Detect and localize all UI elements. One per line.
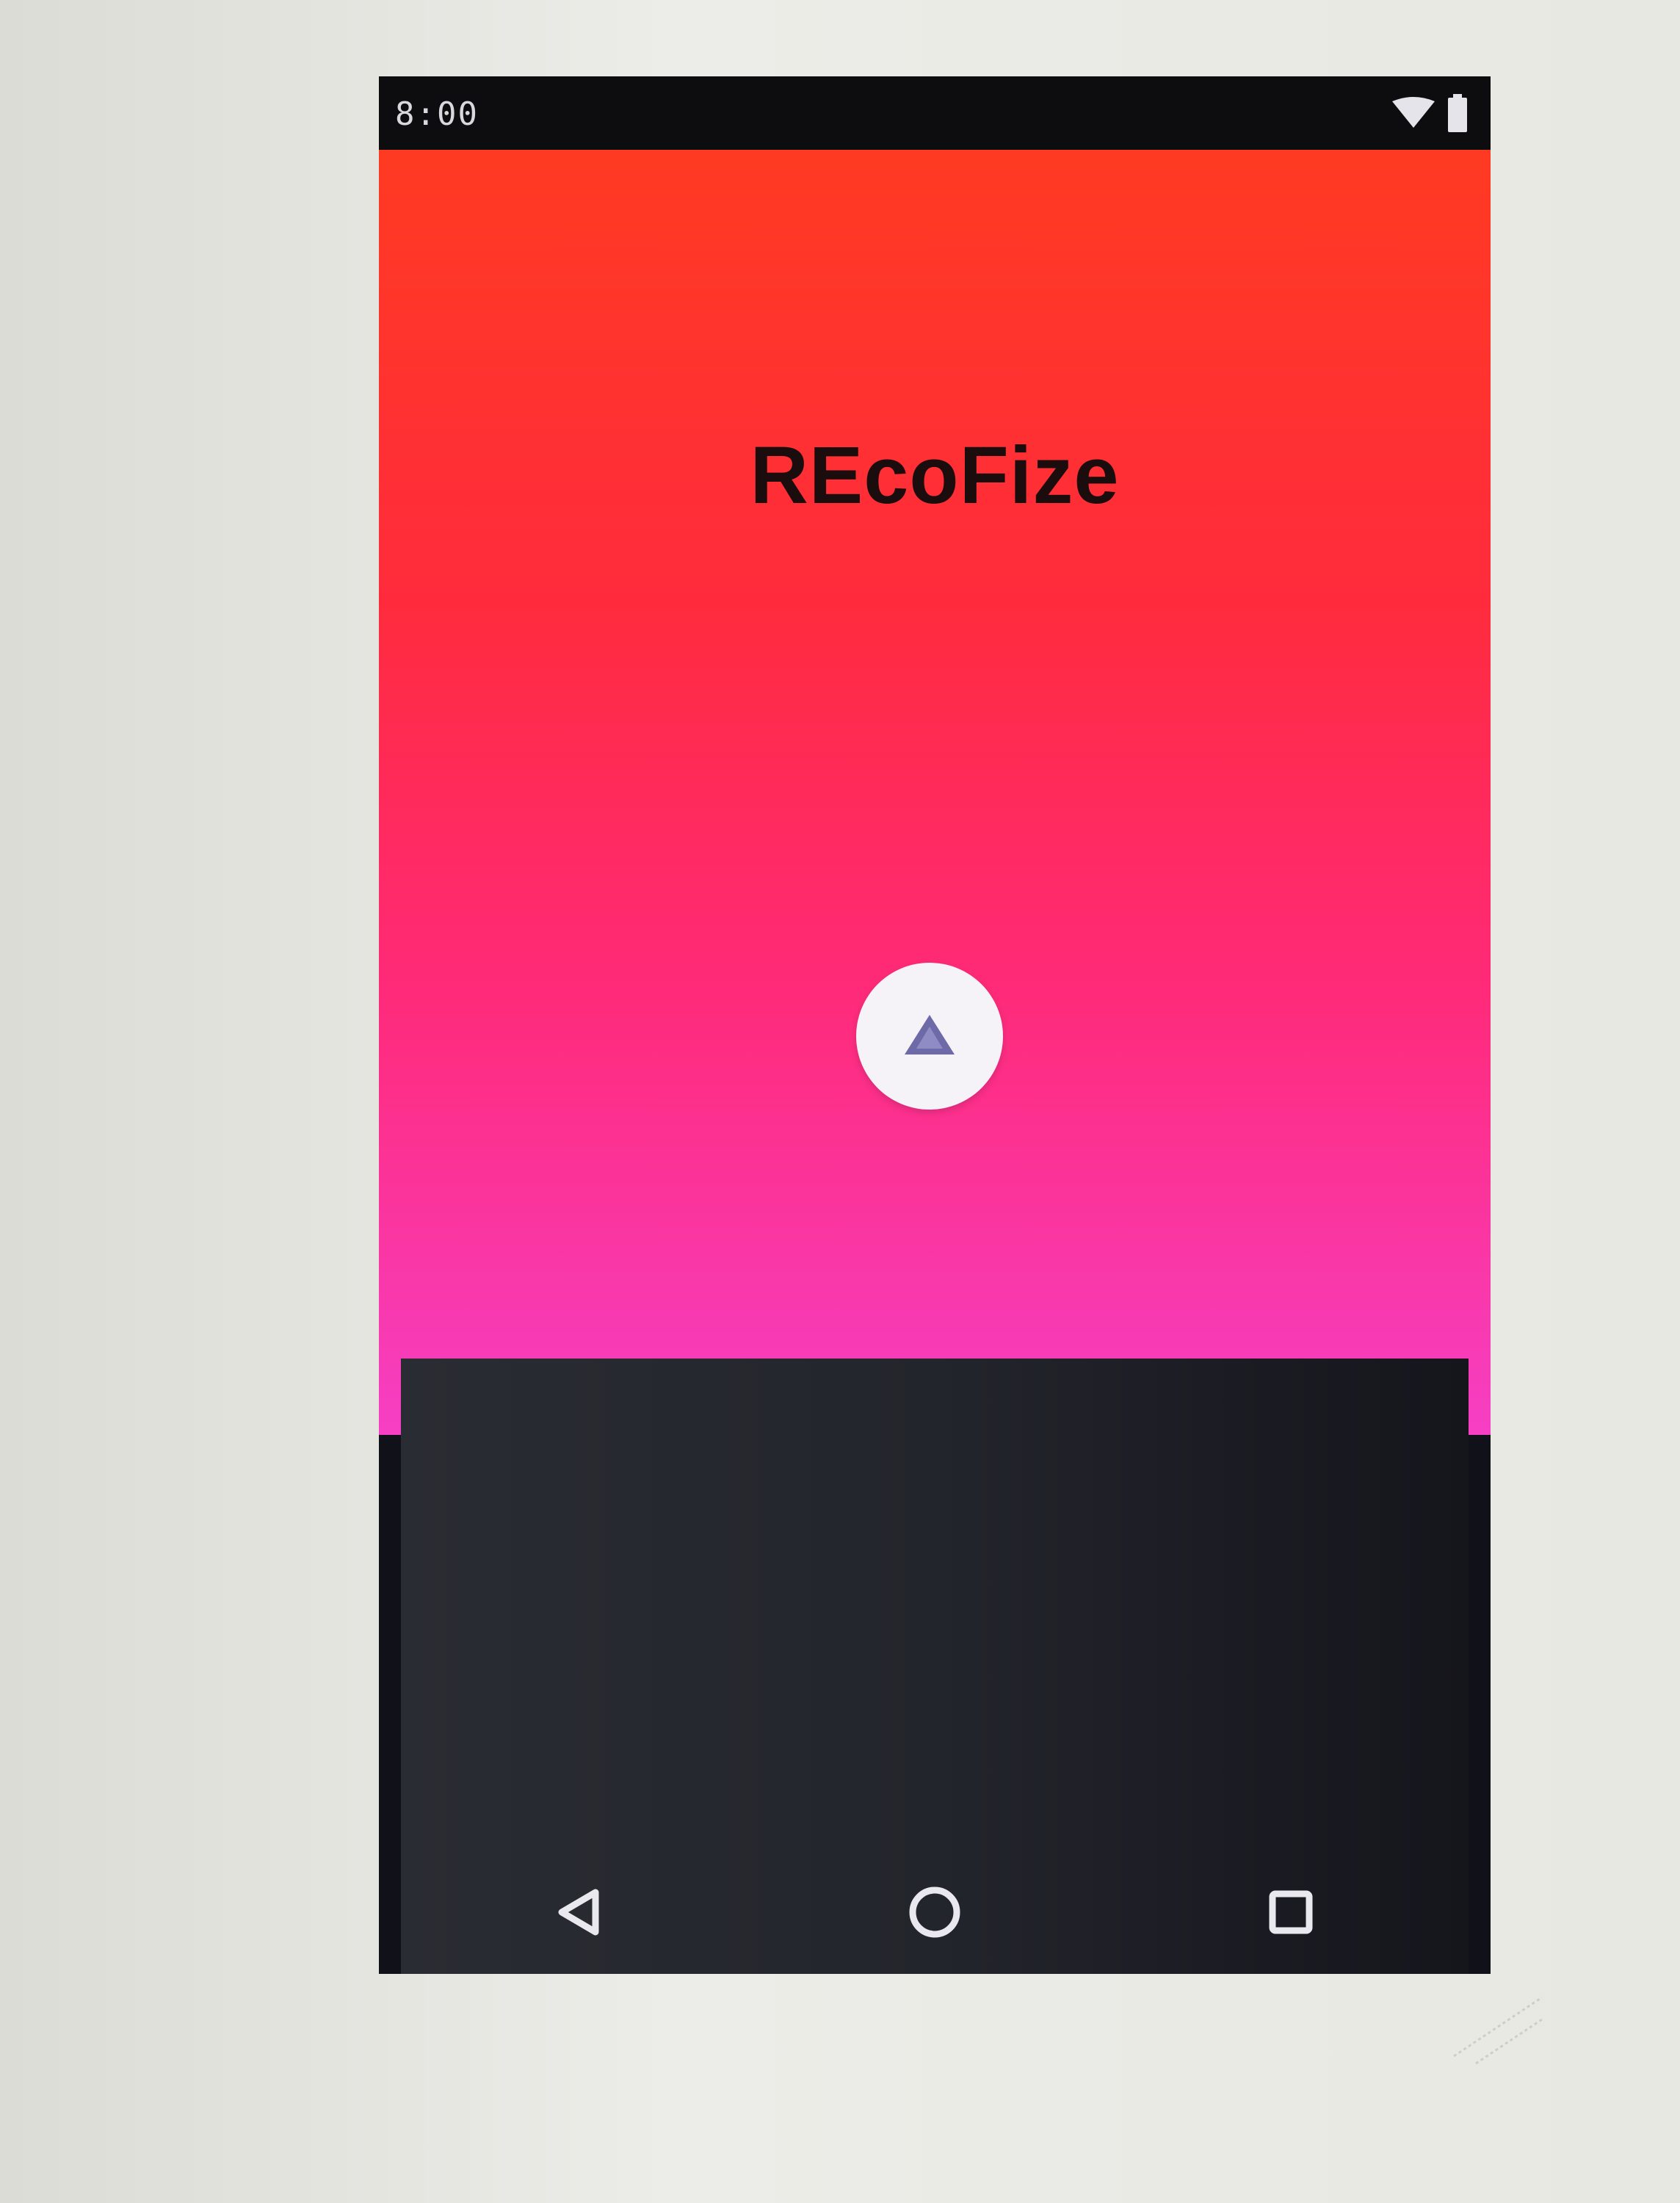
screen-glare [1453, 1996, 1543, 2065]
navigation-bar [401, 1853, 1469, 1974]
home-icon [907, 1884, 963, 1944]
home-button[interactable] [891, 1870, 979, 1958]
app-content: REcoFize [379, 150, 1491, 1435]
status-time: 8:00 [395, 95, 479, 133]
back-icon [553, 1887, 604, 1942]
phone-screen: 8:00 REcoFize [379, 76, 1491, 1974]
status-bar: 8:00 [379, 76, 1491, 150]
monitor-background: 8:00 REcoFize [0, 0, 1680, 2203]
app-title: REcoFize [750, 430, 1120, 521]
play-button[interactable] [856, 963, 1003, 1110]
wifi-icon [1391, 97, 1436, 129]
status-icons [1391, 94, 1469, 132]
recents-button[interactable] [1247, 1870, 1335, 1958]
back-button[interactable] [535, 1870, 623, 1958]
play-icon [900, 1009, 959, 1064]
recents-icon [1267, 1888, 1315, 1940]
battery-icon [1447, 94, 1469, 132]
